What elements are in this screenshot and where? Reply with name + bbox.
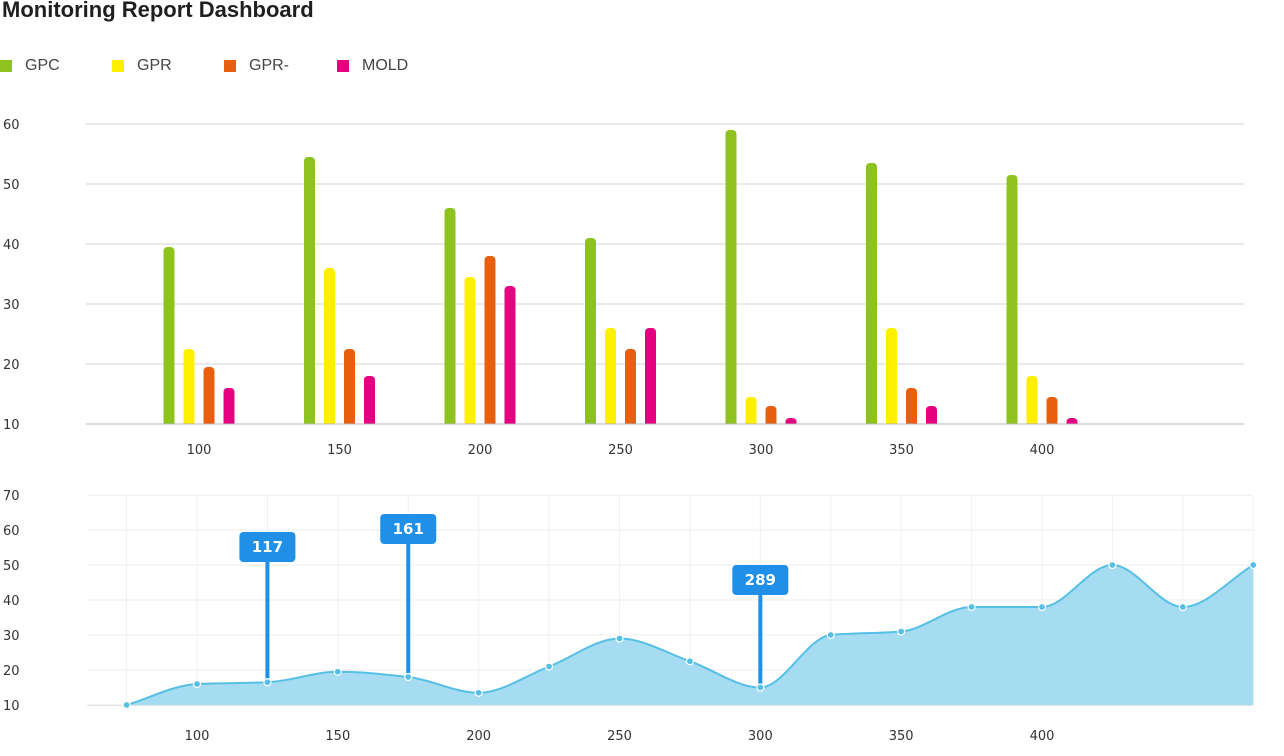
y-tick-label: 50 xyxy=(3,559,20,574)
annotation-pin-117: 117 xyxy=(239,532,296,683)
annotation-pin-161: 161 xyxy=(380,514,437,677)
y-tick-label: 30 xyxy=(3,629,20,644)
data-point-450 xyxy=(1178,602,1187,612)
annotation-label: 117 xyxy=(252,538,283,556)
data-point-125 xyxy=(263,678,272,687)
x-tick-label: 250 xyxy=(607,729,632,744)
data-point-275 xyxy=(685,657,695,666)
data-point-375 xyxy=(967,602,976,612)
x-tick-label: 300 xyxy=(748,729,773,744)
x-tick-label: 200 xyxy=(466,729,491,744)
y-tick-label: 10 xyxy=(3,699,20,714)
area-chart: 10 20 30 40 50 60 70 117 161 289 100 150 200 250 300 35… xyxy=(3,489,1258,744)
x-tick-label: 100 xyxy=(185,729,210,744)
data-point-75 xyxy=(122,700,131,710)
data-point-150 xyxy=(333,667,342,676)
y-tick-label: 40 xyxy=(3,594,20,609)
x-tick-label: 150 xyxy=(325,729,350,744)
y-tick-label: 70 xyxy=(3,489,20,504)
data-point-200 xyxy=(474,688,483,697)
data-point-425 xyxy=(1108,560,1117,570)
data-point-475 xyxy=(1249,560,1258,570)
x-tick-label: 350 xyxy=(889,729,914,744)
y-tick-label: 60 xyxy=(3,524,20,539)
data-point-400 xyxy=(1037,602,1047,612)
data-point-300 xyxy=(756,683,765,692)
data-point-175 xyxy=(404,672,413,682)
annotation-pin-289: 289 xyxy=(732,565,789,688)
x-tick-label: 400 xyxy=(1030,729,1055,744)
annotation-label: 289 xyxy=(745,571,776,589)
annotation-label: 161 xyxy=(393,520,424,538)
data-point-100 xyxy=(192,679,202,689)
data-point-250 xyxy=(615,634,624,643)
data-point-350 xyxy=(897,627,906,636)
y-tick-label: 20 xyxy=(3,664,20,679)
data-point-325 xyxy=(826,630,835,640)
data-point-225 xyxy=(544,662,554,671)
